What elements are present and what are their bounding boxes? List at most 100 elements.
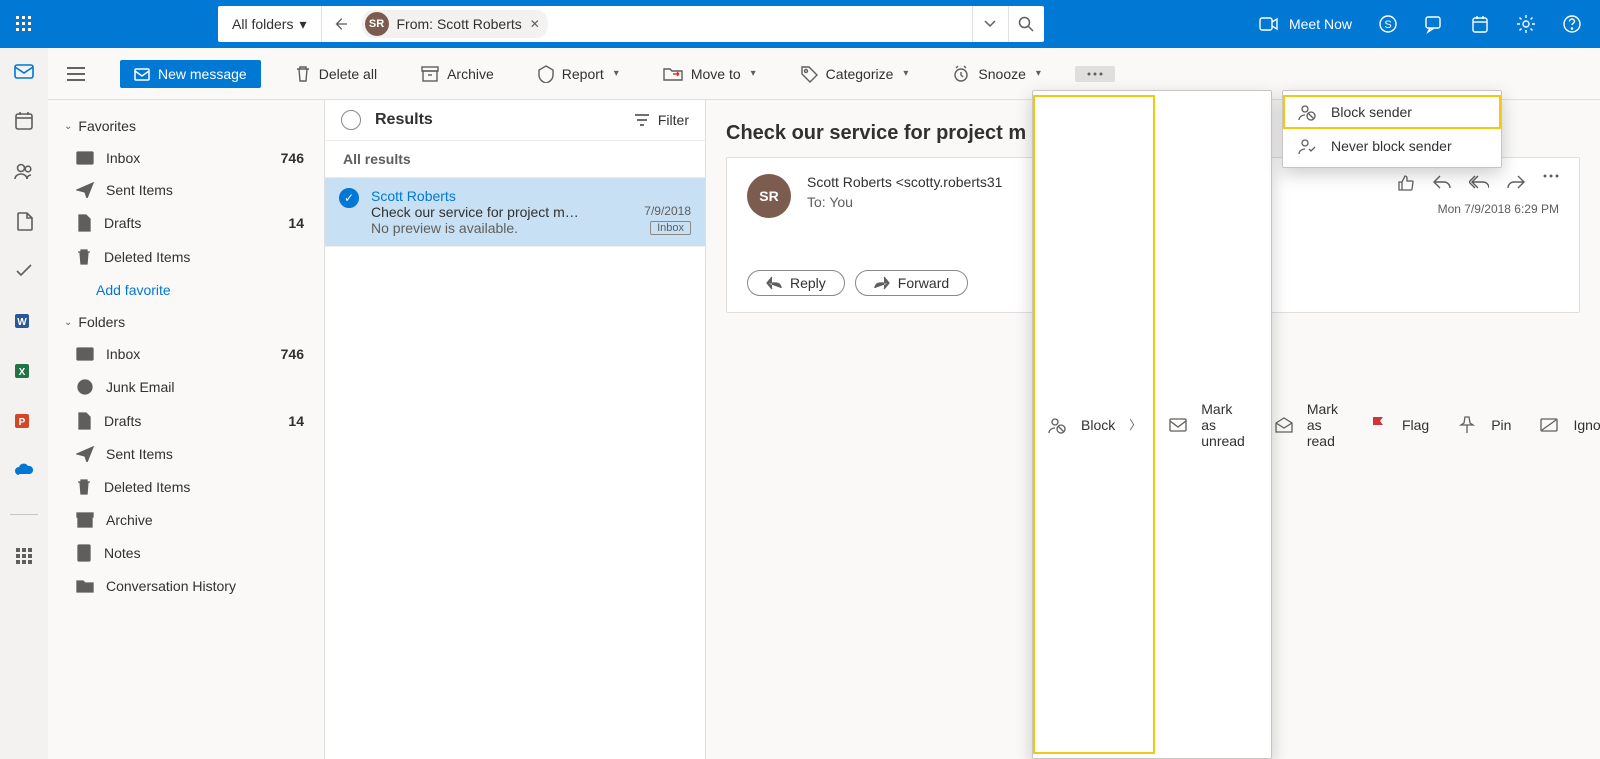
message-item[interactable]: ✓ Scott Roberts Check our service for pr… [325, 178, 705, 247]
mail-open-icon [1275, 417, 1293, 433]
delete-all-button[interactable]: Delete all [285, 59, 387, 89]
message-context-menu: Block 〉 Mark as unread Mark as read Flag… [1032, 90, 1272, 759]
sender-display: Scott Roberts <scotty.roberts31 [807, 174, 1002, 190]
message-list-title: Results [375, 111, 433, 129]
pin-icon [1457, 416, 1477, 434]
tree-item-label: Inbox [106, 150, 140, 166]
svg-text:P: P [19, 417, 26, 428]
tree-item-label: Inbox [106, 346, 140, 362]
search-input[interactable] [552, 6, 972, 42]
skype-icon[interactable]: S [1378, 14, 1398, 34]
chevron-down-icon: ▾ [1036, 68, 1041, 79]
new-message-label: New message [158, 66, 247, 82]
filter-label: Filter [658, 112, 689, 128]
tree-item-label: Deleted Items [104, 249, 190, 265]
tree-item-conversation-history[interactable]: Conversation History [48, 570, 324, 602]
rail-todo-icon[interactable] [13, 260, 35, 282]
rail-onedrive-icon[interactable] [13, 460, 35, 482]
tree-item-inbox[interactable]: Inbox 746 [48, 142, 324, 174]
more-commands-button[interactable] [1075, 66, 1115, 82]
ctx-ignore[interactable]: Ignore [1525, 95, 1600, 754]
rail-powerpoint-icon[interactable]: P [13, 410, 35, 432]
ctx-label: Pin [1491, 417, 1511, 433]
app-launcher-button[interactable] [0, 0, 48, 48]
search-submit-button[interactable] [1008, 6, 1044, 42]
chevron-down-icon: ▾ [751, 68, 756, 79]
report-button[interactable]: Report ▾ [528, 59, 629, 89]
tree-item-deleted[interactable]: Deleted Items [48, 240, 324, 274]
chevron-right-icon: 〉 [1129, 416, 1141, 433]
message-folder-badge: Inbox [650, 221, 691, 235]
tree-item-label: Drafts [104, 413, 141, 429]
rail-files-icon[interactable] [13, 210, 35, 232]
rail-separator [10, 514, 38, 515]
settings-gear-icon[interactable] [1516, 14, 1536, 34]
chevron-down-icon: ▾ [903, 68, 908, 79]
tree-item-sent[interactable]: Sent Items [48, 174, 324, 206]
select-all-checkbox[interactable] [341, 110, 361, 130]
tree-item-deleted-2[interactable]: Deleted Items [48, 470, 324, 504]
ctx-block-sender[interactable]: Block sender [1283, 95, 1501, 129]
tree-item-drafts[interactable]: Drafts 14 [48, 206, 324, 240]
ctx-label: Flag [1402, 417, 1429, 433]
sender-avatar[interactable]: SR [747, 174, 791, 218]
rail-calendar-icon[interactable] [13, 110, 35, 132]
tree-item-sent-2[interactable]: Sent Items [48, 438, 324, 470]
svg-text:X: X [19, 367, 26, 378]
ctx-label: Block [1081, 417, 1115, 433]
tree-item-inbox-2[interactable]: Inbox 746 [48, 338, 324, 370]
ctx-pin[interactable]: Pin [1443, 95, 1525, 754]
tree-item-label: Sent Items [106, 182, 173, 198]
mail-icon [1169, 418, 1187, 432]
forward-button[interactable]: Forward [855, 270, 968, 296]
ctx-mark-read[interactable]: Mark as read [1261, 95, 1354, 754]
chevron-down-icon: ⌄ [64, 121, 72, 132]
tree-item-drafts-2[interactable]: Drafts 14 [48, 404, 324, 438]
pill-avatar: SR [365, 12, 389, 36]
help-icon[interactable] [1562, 14, 1582, 34]
message-list-subheader: All results [325, 140, 705, 178]
nav-toggle-button[interactable] [56, 67, 96, 81]
tree-item-label: Drafts [104, 215, 141, 231]
move-to-button[interactable]: Move to ▾ [653, 60, 766, 88]
rail-people-icon[interactable] [13, 160, 35, 182]
tree-section-folders[interactable]: ⌄ Folders [48, 306, 324, 338]
tree-add-favorite[interactable]: Add favorite [48, 274, 324, 306]
ctx-flag[interactable]: Flag [1354, 95, 1443, 754]
ctx-mark-unread[interactable]: Mark as unread [1155, 95, 1261, 754]
snooze-label: Snooze [978, 66, 1025, 82]
categorize-button[interactable]: Categorize ▾ [790, 59, 919, 89]
ctx-never-block-sender[interactable]: Never block sender [1283, 129, 1501, 163]
meet-now-button[interactable]: Meet Now [1259, 16, 1352, 32]
reply-button[interactable]: Reply [747, 270, 845, 296]
teams-chat-icon[interactable] [1424, 14, 1444, 34]
svg-text:W: W [17, 317, 27, 328]
chevron-down-icon: ⌄ [64, 317, 72, 328]
tree-item-notes[interactable]: Notes [48, 536, 324, 570]
ignore-icon [1539, 418, 1559, 432]
rail-word-icon[interactable]: W [13, 310, 35, 332]
search-scope-dropdown[interactable]: All folders ▾ [218, 6, 322, 42]
new-message-button[interactable]: New message [120, 60, 261, 88]
my-day-icon[interactable] [1470, 14, 1490, 34]
archive-button[interactable]: Archive [411, 60, 504, 88]
rail-mail-icon[interactable] [13, 60, 35, 82]
tree-item-archive[interactable]: Archive [48, 504, 324, 536]
search-advanced-dropdown[interactable] [972, 6, 1008, 42]
forward-label: Forward [898, 275, 949, 291]
snooze-button[interactable]: Snooze ▾ [942, 59, 1051, 89]
reply-label: Reply [790, 275, 826, 291]
search-back-button[interactable] [322, 17, 358, 31]
message-preview: No preview is available. [371, 220, 650, 236]
ctx-label: Mark as unread [1201, 401, 1247, 449]
search-scope-label: All folders [232, 16, 293, 32]
tree-section-favorites[interactable]: ⌄ Favorites [48, 110, 324, 142]
ctx-block[interactable]: Block 〉 [1033, 95, 1155, 754]
tree-item-junk[interactable]: Junk Email [48, 370, 324, 404]
message-checkbox[interactable]: ✓ [339, 188, 359, 208]
search-filter-pill[interactable]: SR From: Scott Roberts ✕ [362, 10, 548, 38]
rail-more-apps-icon[interactable] [15, 547, 33, 565]
rail-excel-icon[interactable]: X [13, 360, 35, 382]
filter-button[interactable]: Filter [634, 112, 689, 128]
pill-remove-icon[interactable]: ✕ [530, 17, 540, 31]
